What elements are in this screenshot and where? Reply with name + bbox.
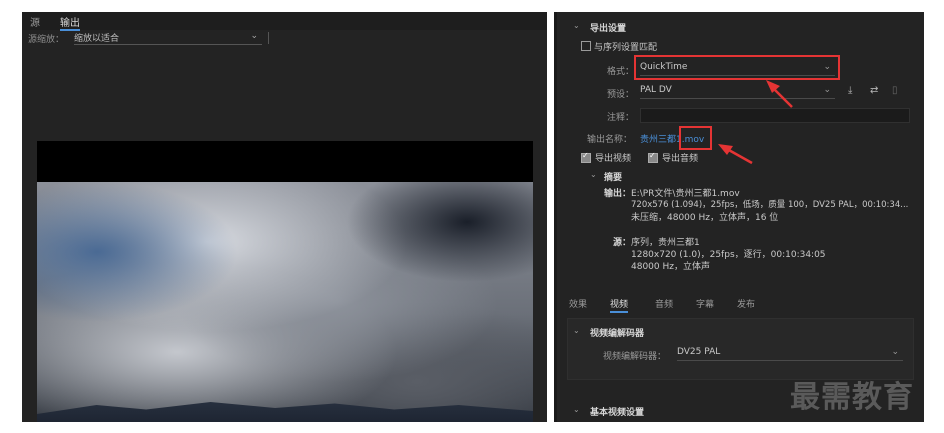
arrow-to-format (766, 80, 793, 108)
annotation-arrows (718, 80, 793, 165)
watermark-logo-text: 最需教育 (790, 380, 914, 415)
arrow-to-output-name (718, 144, 753, 165)
